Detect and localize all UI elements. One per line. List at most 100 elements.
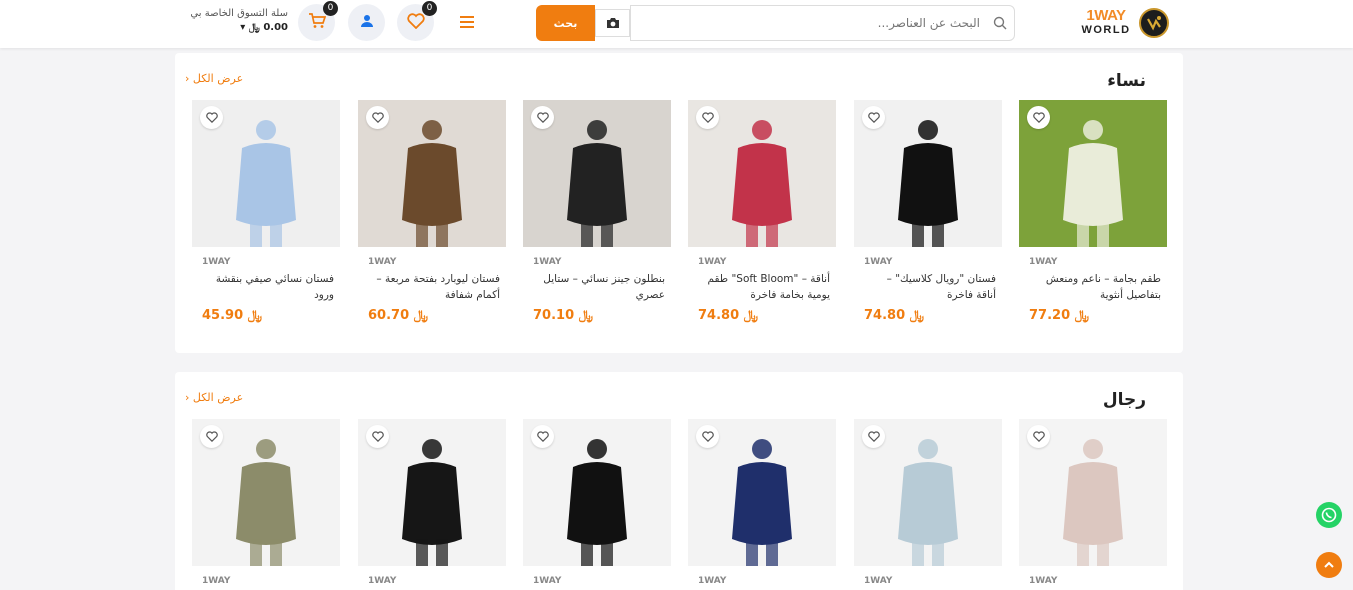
- image-search-button[interactable]: [595, 9, 630, 37]
- product-name[interactable]: فستان ليوبارد بفتحة مربعة – أكمام شفافة: [368, 271, 500, 303]
- product-card[interactable]: 1WAY فستان ليوبارد بفتحة مربعة – أكمام ش…: [358, 100, 506, 330]
- chevron-left-icon: ‹: [185, 391, 190, 404]
- riyal-icon: ﷼: [1074, 308, 1090, 323]
- riyal-icon: ﷼: [413, 308, 429, 323]
- logo-text-bottom: WORLD: [1081, 24, 1131, 36]
- price-value: 60.70: [368, 308, 410, 323]
- heart-outline-icon: [867, 431, 880, 442]
- product-brand: 1WAY: [202, 257, 231, 267]
- price-value: 70.10: [533, 308, 575, 323]
- price-value: 74.80: [698, 308, 740, 323]
- wishlist-button[interactable]: 0: [397, 1, 437, 41]
- heart-outline-icon: [205, 112, 218, 123]
- product-brand: 1WAY: [864, 576, 893, 586]
- product-brand: 1WAY: [864, 257, 893, 267]
- product-card[interactable]: 1WAY: [1019, 419, 1167, 590]
- cart-icon: [308, 12, 326, 33]
- heart-outline-icon: [205, 431, 218, 442]
- wishlist-heart-button[interactable]: [862, 425, 885, 448]
- riyal-icon: ﷼: [909, 308, 925, 323]
- cart-label[interactable]: سلة التسوق الخاصة بي: [190, 7, 288, 21]
- site-header: 1WAY WORLD بحث 0: [0, 0, 1353, 48]
- cart-total[interactable]: 0.00 ﷼ ▾: [240, 22, 288, 33]
- product-name[interactable]: فستان "رويال كلاسيك" – أناقة فاخرة: [864, 271, 996, 303]
- product-name[interactable]: أناقة – "Soft Bloom" طقم يومية بخامة فاخ…: [698, 271, 830, 303]
- wishlist-heart-button[interactable]: [696, 106, 719, 129]
- heart-outline-icon: [536, 431, 549, 442]
- heart-outline-icon: [1032, 112, 1045, 123]
- search-icon: [991, 15, 1007, 31]
- heart-outline-icon: [701, 112, 714, 123]
- product-card[interactable]: 1WAY: [688, 419, 836, 590]
- product-card[interactable]: 1WAY: [854, 419, 1002, 590]
- product-price: 77.20 ﷼: [1029, 308, 1089, 323]
- price-value: 74.80: [864, 308, 906, 323]
- heart-outline-icon: [701, 431, 714, 442]
- wishlist-heart-button[interactable]: [531, 425, 554, 448]
- product-card[interactable]: 1WAY طقم بجامة – ناعم ومنعش بتفاصيل أنثو…: [1019, 100, 1167, 330]
- product-card[interactable]: 1WAY: [523, 419, 671, 590]
- product-brand: 1WAY: [698, 576, 727, 586]
- wishlist-heart-button[interactable]: [366, 106, 389, 129]
- wishlist-heart-button[interactable]: [696, 425, 719, 448]
- whatsapp-button[interactable]: [1316, 502, 1342, 528]
- account-button[interactable]: [348, 4, 385, 41]
- riyal-icon: ﷼: [743, 308, 759, 323]
- product-brand: 1WAY: [1029, 576, 1058, 586]
- chevron-left-icon: ‹: [185, 72, 190, 85]
- search-bar: بحث: [536, 5, 1015, 41]
- heart-outline-icon: [536, 112, 549, 123]
- price-value: 77.20: [1029, 308, 1071, 323]
- wishlist-heart-button[interactable]: [531, 106, 554, 129]
- wishlist-heart-button[interactable]: [366, 425, 389, 448]
- section-title: نساء: [1107, 71, 1146, 91]
- riyal-icon: ﷼: [247, 308, 263, 323]
- wishlist-heart-button[interactable]: [1027, 106, 1050, 129]
- product-card[interactable]: 1WAY: [192, 419, 340, 590]
- site-logo[interactable]: 1WAY WORLD: [1080, 6, 1172, 40]
- product-brand: 1WAY: [533, 576, 562, 586]
- heart-outline-icon: [371, 112, 384, 123]
- section-title: رجال: [1102, 390, 1146, 410]
- product-price: 60.70 ﷼: [368, 308, 428, 323]
- scroll-to-top-button[interactable]: [1316, 552, 1342, 578]
- caret-down-icon: ▾: [240, 22, 246, 33]
- search-button[interactable]: بحث: [536, 5, 595, 41]
- heart-outline-icon: [371, 431, 384, 442]
- chevron-up-icon: [1324, 561, 1334, 568]
- product-price: 74.80 ﷼: [864, 308, 924, 323]
- logo-text-top: 1WAY: [1086, 7, 1126, 24]
- menu-button[interactable]: [455, 12, 477, 34]
- view-all-link[interactable]: عرض الكل ‹: [185, 72, 243, 85]
- product-name[interactable]: بنطلون جينز نسائي – ستايل عصري: [533, 271, 665, 303]
- product-card[interactable]: 1WAY: [358, 419, 506, 590]
- product-name[interactable]: طقم بجامة – ناعم ومنعش بتفاصيل أنثوية: [1029, 271, 1161, 303]
- women-section: نساء عرض الكل ‹ 1WAY طقم بجامة – ناعم وم…: [175, 53, 1183, 353]
- product-card[interactable]: 1WAY فستان نسائي صيفي بنقشة ورود 45.90 ﷼: [192, 100, 340, 330]
- wishlist-heart-button[interactable]: [200, 425, 223, 448]
- product-card[interactable]: 1WAY فستان "رويال كلاسيك" – أناقة فاخرة …: [854, 100, 1002, 330]
- product-brand: 1WAY: [698, 257, 727, 267]
- camera-icon: [606, 14, 620, 33]
- search-input[interactable]: [630, 5, 1015, 41]
- heart-icon: [406, 12, 425, 33]
- product-card[interactable]: 1WAY أناقة – "Soft Bloom" طقم يومية بخام…: [688, 100, 836, 330]
- whatsapp-icon: [1321, 507, 1337, 523]
- logo-emblem-icon: [1139, 8, 1169, 38]
- product-price: 74.80 ﷼: [698, 308, 758, 323]
- wishlist-heart-button[interactable]: [862, 106, 885, 129]
- product-brand: 1WAY: [368, 576, 397, 586]
- product-name[interactable]: فستان نسائي صيفي بنقشة ورود: [202, 271, 334, 303]
- product-brand: 1WAY: [533, 257, 562, 267]
- wishlist-heart-button[interactable]: [200, 106, 223, 129]
- hamburger-icon: [460, 16, 474, 28]
- cart-button[interactable]: 0: [298, 1, 338, 41]
- heart-outline-icon: [867, 112, 880, 123]
- view-all-link[interactable]: عرض الكل ‹: [185, 391, 243, 404]
- wishlist-heart-button[interactable]: [1027, 425, 1050, 448]
- product-card[interactable]: 1WAY بنطلون جينز نسائي – ستايل عصري 70.1…: [523, 100, 671, 330]
- men-section: رجال عرض الكل ‹ 1WAY 1WAY 1WAY 1WAY 1WAY…: [175, 372, 1183, 590]
- product-brand: 1WAY: [202, 576, 231, 586]
- riyal-icon: ﷼: [248, 22, 260, 33]
- user-icon: [360, 13, 374, 32]
